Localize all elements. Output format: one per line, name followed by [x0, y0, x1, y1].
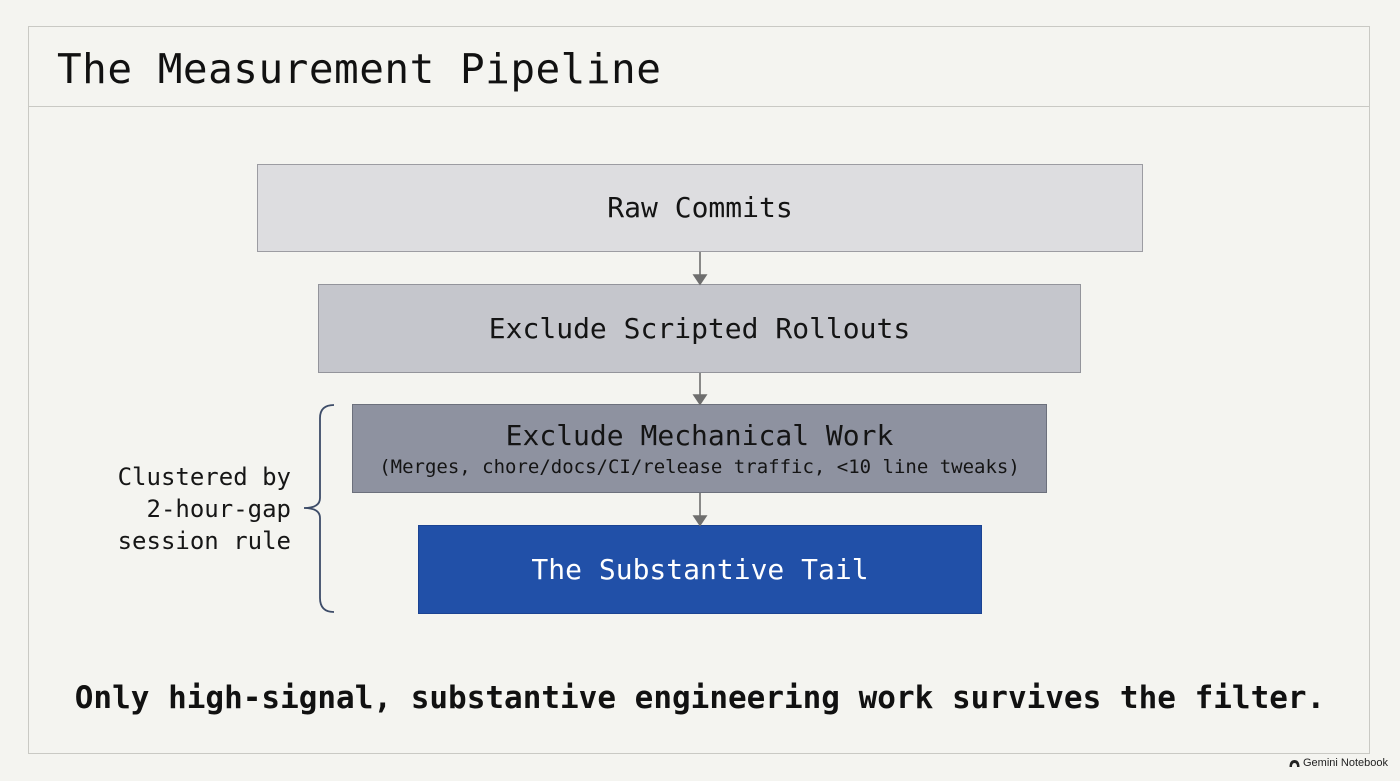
cluster-note-line: Clustered by — [117, 463, 291, 491]
cluster-note-line: session rule — [117, 527, 291, 555]
session-bracket — [303, 404, 335, 613]
notebook-logo-icon — [1289, 759, 1300, 768]
watermark: Gemini Notebook — [1289, 757, 1388, 769]
conclusion-text: Only high-signal, substantive engineerin… — [74, 680, 1326, 716]
watermark-text: Gemini Notebook — [1303, 757, 1388, 769]
cluster-note-line: 2-hour-gap — [146, 495, 292, 523]
cluster-note: Clustered by 2-hour-gap session rule — [96, 461, 291, 557]
curly-brace-icon — [303, 404, 335, 613]
